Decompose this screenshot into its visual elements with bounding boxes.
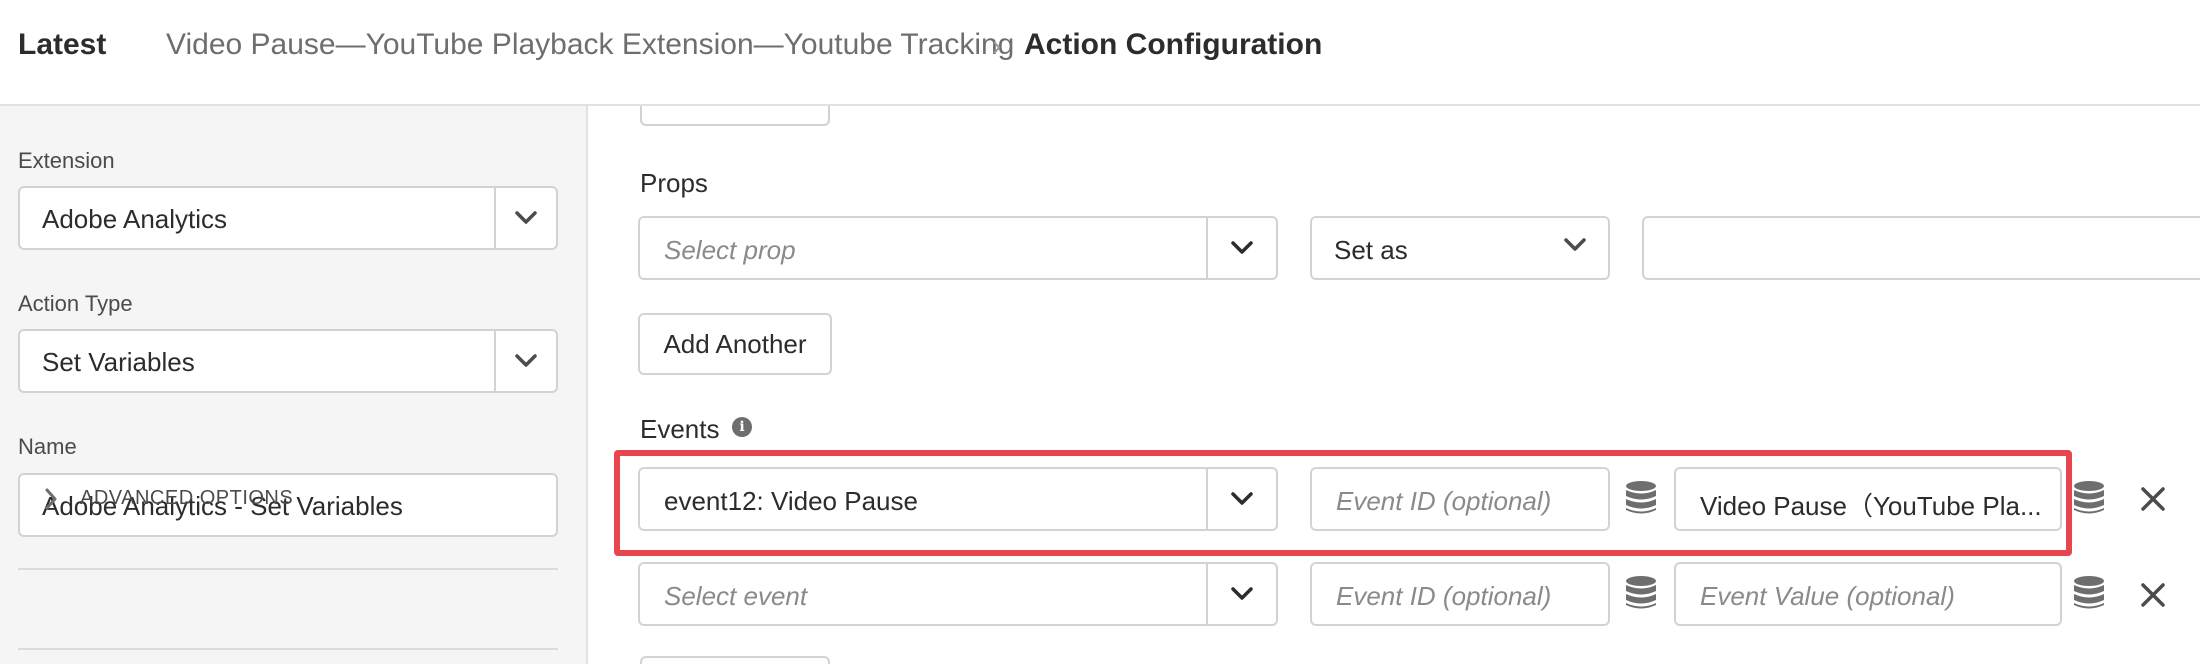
action-type-select[interactable]: Set Variables (18, 329, 558, 393)
event-dropdown-button[interactable] (1206, 564, 1276, 624)
event-id-placeholder: Event ID (optional) (1336, 581, 1552, 611)
extension-value: Adobe Analytics (42, 204, 228, 234)
chevron-down-icon (1564, 238, 1586, 251)
event-select-placeholder: Select event (664, 581, 808, 611)
database-icon[interactable] (2072, 575, 2106, 611)
action-type-value: Set Variables (42, 347, 195, 377)
extension-dropdown-button[interactable] (494, 188, 556, 248)
action-type-dropdown-button[interactable] (494, 331, 556, 391)
name-label: Name (18, 434, 77, 459)
page-title: Action Configuration (1024, 28, 1323, 61)
highlight-box (614, 450, 2072, 556)
prop-dropdown-button[interactable] (1206, 218, 1276, 278)
latest-label[interactable]: Latest (18, 28, 106, 62)
close-icon[interactable] (2140, 486, 2166, 512)
chevron-down-icon (1231, 241, 1253, 254)
set-as-dropdown[interactable]: Set as (1310, 216, 1610, 280)
chevron-down-icon (515, 354, 537, 367)
events-label: Events (640, 414, 720, 444)
event-value-placeholder: Event Value (optional) (1700, 581, 1955, 611)
header-bar: Latest Video Pause—YouTube Playback Exte… (0, 0, 2200, 106)
breadcrumb-separator-icon: › (992, 30, 1002, 61)
prop-value-input[interactable] (1642, 216, 2200, 280)
breadcrumb-rule[interactable]: Video Pause—YouTube Playback Extension—Y… (166, 28, 1014, 62)
info-icon[interactable]: i (732, 417, 752, 437)
extension-label: Extension (18, 148, 115, 173)
chevron-right-icon (45, 488, 57, 509)
sidebar-divider (18, 648, 558, 650)
database-icon[interactable] (2072, 480, 2106, 516)
database-icon[interactable] (1624, 575, 1658, 611)
main-content: Props Select prop Set as Add Another Eve… (590, 106, 2200, 664)
partial-button-bottom[interactable] (640, 656, 830, 664)
event-id-input[interactable]: Event ID (optional) (1310, 562, 1610, 626)
prop-select-placeholder: Select prop (664, 235, 796, 265)
sidebar: Extension Adobe Analytics Action Type Se… (0, 106, 588, 664)
chevron-down-icon (1231, 587, 1253, 600)
partial-button-top[interactable] (640, 106, 830, 126)
extension-select[interactable]: Adobe Analytics (18, 186, 558, 250)
prop-select[interactable]: Select prop (638, 216, 1278, 280)
event-select[interactable]: Select event (638, 562, 1278, 626)
chevron-down-icon (515, 211, 537, 224)
props-label: Props (640, 168, 708, 198)
set-as-value: Set as (1334, 235, 1408, 265)
advanced-options-toggle[interactable]: ADVANCED OPTIONS (44, 487, 293, 510)
sidebar-divider (18, 568, 558, 570)
advanced-options-label: ADVANCED OPTIONS (80, 487, 294, 509)
event-value-input[interactable]: Event Value (optional) (1674, 562, 2062, 626)
close-icon[interactable] (2140, 582, 2166, 608)
action-type-label: Action Type (18, 291, 133, 316)
add-another-button[interactable]: Add Another (638, 313, 832, 375)
